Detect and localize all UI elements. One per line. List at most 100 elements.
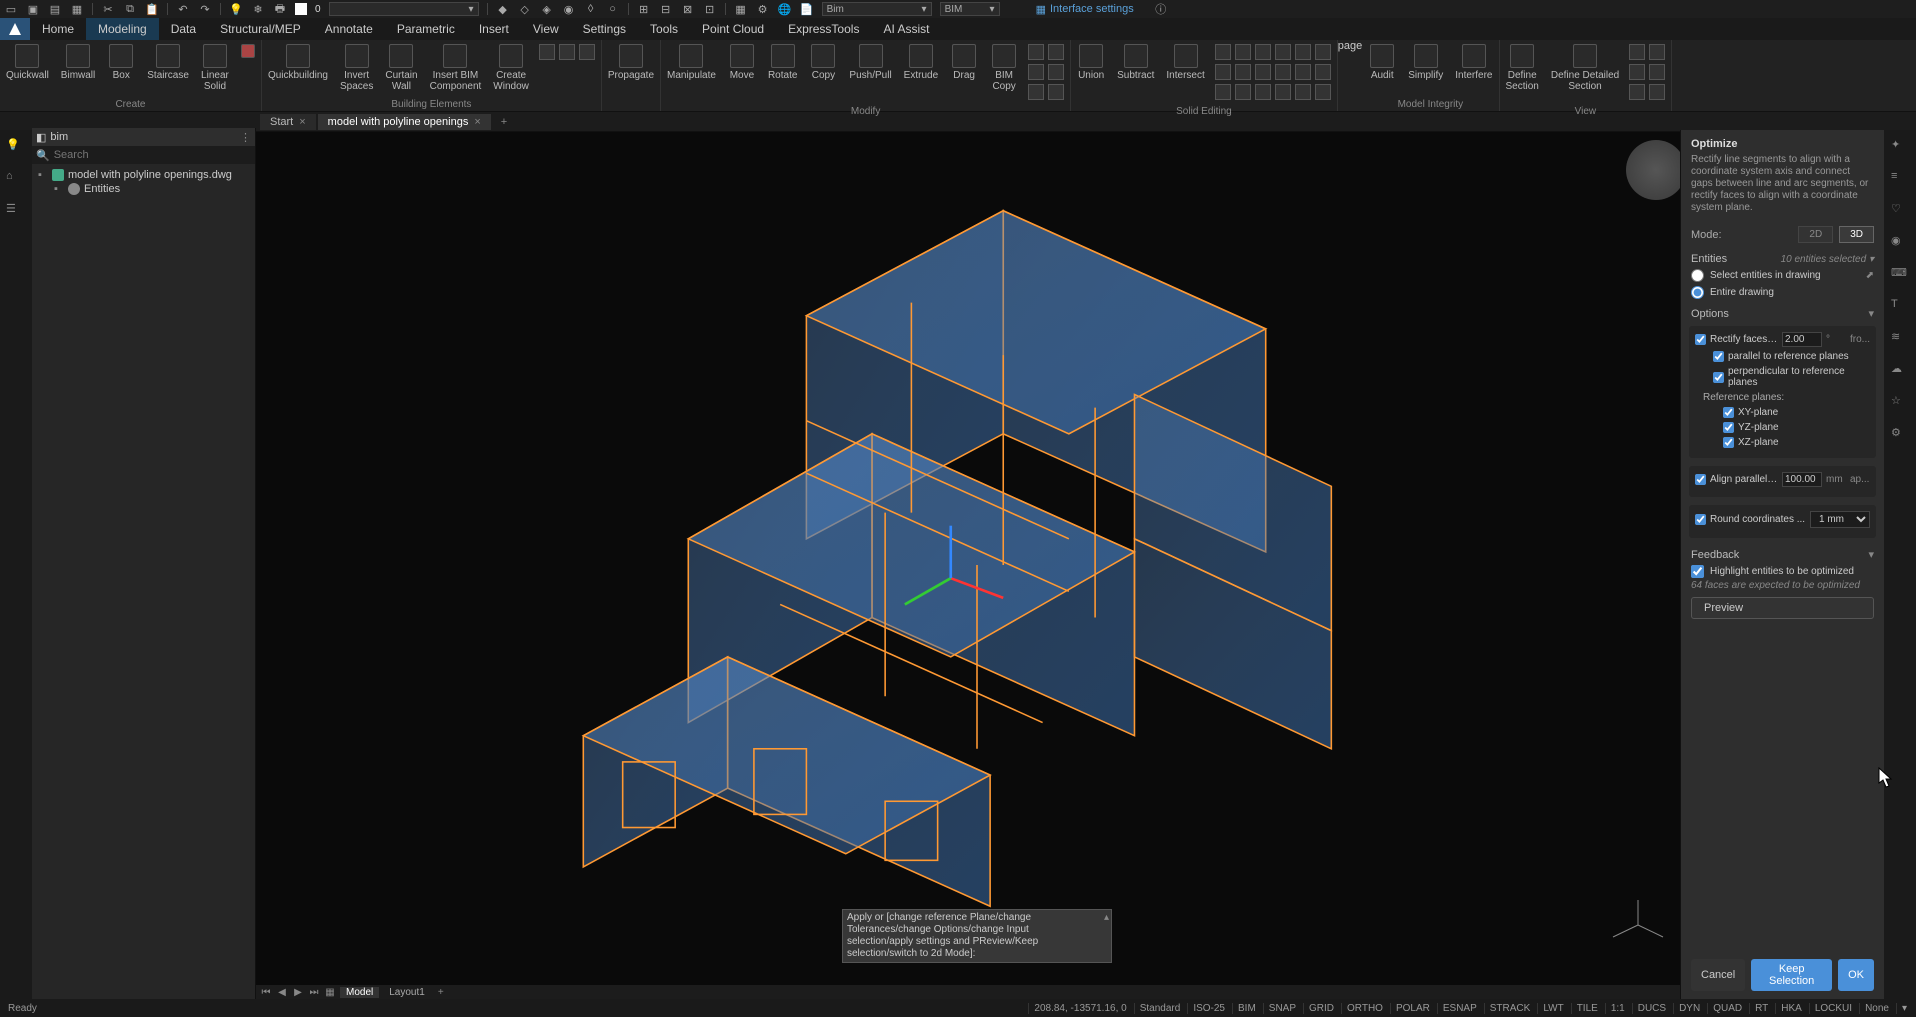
qat-snow-icon[interactable]: ❄ [251,2,265,16]
check-parallel[interactable] [1713,351,1724,362]
layout-prev-icon[interactable]: ◀ [276,987,288,998]
mode-2d-button[interactable]: 2D [1798,226,1833,243]
mode-3d-button[interactable]: 3D [1839,226,1874,243]
rail-heart-icon[interactable]: ♡ [1891,202,1909,220]
chevron-down-icon[interactable]: ▾ [1868,307,1874,320]
ribbon-bimwall[interactable]: Bimwall [55,40,101,85]
ribbon-createwindow[interactable]: Create Window [487,40,535,96]
menu-tab-tools[interactable]: Tools [638,18,690,40]
ribbon-extra-icon[interactable] [1629,44,1645,60]
ribbon-extra-icon[interactable] [1048,44,1064,60]
ribbon-extra-icon[interactable] [559,44,575,60]
check-xz[interactable] [1723,437,1734,448]
ribbon-interfere[interactable]: Interfere [1449,40,1498,85]
ribbon-extra-icon[interactable] [1275,84,1291,100]
qat-bulb-icon[interactable]: 💡 [229,2,243,16]
ribbon-extra-icon[interactable] [1028,44,1044,60]
qat-tool2-icon[interactable]: ◇ [518,2,532,16]
layout-tab-layout1[interactable]: Layout1 [383,987,431,998]
ribbon-simplify[interactable]: Simplify [1402,40,1449,85]
status-strack[interactable]: STRACK [1484,1003,1536,1014]
preview-button[interactable]: Preview [1691,597,1874,619]
ribbon-extra-icon[interactable] [1649,44,1665,60]
ribbon-extra-icon[interactable] [1215,44,1231,60]
menu-tab-modeling[interactable]: Modeling [86,18,159,40]
viewcube[interactable] [1626,140,1686,200]
ribbon-rotate[interactable]: Rotate [762,40,803,85]
status-bim[interactable]: BIM [1232,1003,1261,1014]
qat-paste-icon[interactable]: 📋 [145,2,159,16]
menu-tab-parametric[interactable]: Parametric [385,18,467,40]
qat-tool1-icon[interactable]: ◆ [496,2,510,16]
qat-globe-icon[interactable]: 🌐 [778,2,792,16]
entities-count[interactable]: 10 entities selected ▾ [1781,254,1874,265]
status-hka[interactable]: HKA [1775,1003,1807,1014]
ribbon-extra-icon[interactable] [1295,64,1311,80]
check-align-parallel[interactable] [1695,474,1706,485]
ribbon-extra-icon[interactable] [1315,84,1331,100]
structure-search[interactable]: 🔍 [32,146,255,164]
status-menu-icon[interactable]: ▾ [1896,1003,1912,1014]
ribbon-box[interactable]: Box [101,40,141,85]
ribbon-extra-icon[interactable] [1275,64,1291,80]
check-highlight[interactable] [1691,565,1704,578]
status-snap[interactable]: SNAP [1263,1003,1301,1014]
doc-tab-start[interactable]: Start× [260,114,316,130]
ribbon-extra-icon[interactable] [1629,84,1645,100]
layout-add-icon[interactable]: + [435,987,447,998]
radio-entire-drawing[interactable] [1691,286,1704,299]
expand-icon[interactable]: ▪ [38,169,48,181]
menu-tab-annotate[interactable]: Annotate [313,18,385,40]
menu-tab-home[interactable]: Home [30,18,86,40]
ribbon-extra-icon[interactable] [1235,64,1251,80]
ribbon-copy[interactable]: Copy [803,40,843,85]
rail-layers-icon[interactable]: ≋ [1891,330,1909,348]
ribbon-definesection[interactable]: Define Section [1500,40,1545,96]
qat-table-icon[interactable]: ▦ [734,2,748,16]
menu-tab-data[interactable]: Data [159,18,208,40]
rail-bulb-icon[interactable]: 💡 [6,138,26,158]
check-rectify-faces[interactable] [1695,334,1706,345]
scroll-up-icon[interactable]: ▴ [1104,912,1109,924]
doc-tab-add[interactable]: + [493,114,515,130]
ribbon-extra-icon[interactable] [1255,84,1271,100]
qat-undo-icon[interactable]: ↶ [176,2,190,16]
rail-sparkle-icon[interactable]: ✦ [1891,138,1909,156]
qat-tool5-icon[interactable]: ◊ [584,2,598,16]
qat-cut-icon[interactable]: ✂ [101,2,115,16]
ribbon-extra-icon[interactable] [1235,44,1251,60]
rail-home-icon[interactable]: ⌂ [6,170,26,190]
menu-tab-view[interactable]: View [521,18,571,40]
ribbon-manipulate[interactable]: Manipulate [661,40,722,85]
ribbon-staircase[interactable]: Staircase [141,40,195,85]
status-ortho[interactable]: ORTHO [1341,1003,1388,1014]
qat-save-icon[interactable]: ▤ [48,2,62,16]
ribbon-extra-icon[interactable] [1295,44,1311,60]
ribbon-curtainwall[interactable]: Curtain Wall [379,40,423,96]
rail-keyboard-icon[interactable]: ⌨ [1891,266,1909,284]
rail-text-icon[interactable]: T [1891,298,1909,316]
layout-next-icon[interactable]: ▶ [292,987,304,998]
status-polar[interactable]: POLAR [1390,1003,1435,1014]
check-xy[interactable] [1723,407,1734,418]
ribbon-extra-icon[interactable] [1028,84,1044,100]
ribbon-audit[interactable]: Audit [1362,40,1402,85]
status-esnap[interactable]: ESNAP [1437,1003,1482,1014]
ribbon-quickbuilding[interactable]: Quickbuilding [262,40,334,85]
close-icon[interactable]: × [474,116,480,128]
qat-help-icon[interactable]: ⓘ [1154,2,1168,16]
status-tile[interactable]: TILE [1571,1003,1603,1014]
qat-new-icon[interactable]: ▭ [4,2,18,16]
rail-feed-icon[interactable]: ◉ [1891,234,1909,252]
status-rt[interactable]: RT [1749,1003,1773,1014]
color-swatch[interactable] [295,3,307,15]
layout-last-icon[interactable]: ⏭ [308,987,320,998]
ribbon-extra-icon[interactable] [1649,64,1665,80]
menu-tab-settings[interactable]: Settings [571,18,638,40]
ribbon-extra-icon[interactable] [1215,84,1231,100]
ribbon-extra-icon[interactable] [1028,64,1044,80]
status-ducs[interactable]: DUCS [1632,1003,1671,1014]
axis-widget[interactable] [1608,895,1668,955]
status-grid[interactable]: GRID [1303,1003,1339,1014]
menu-tab-pointcloud[interactable]: Point Cloud [690,18,776,40]
